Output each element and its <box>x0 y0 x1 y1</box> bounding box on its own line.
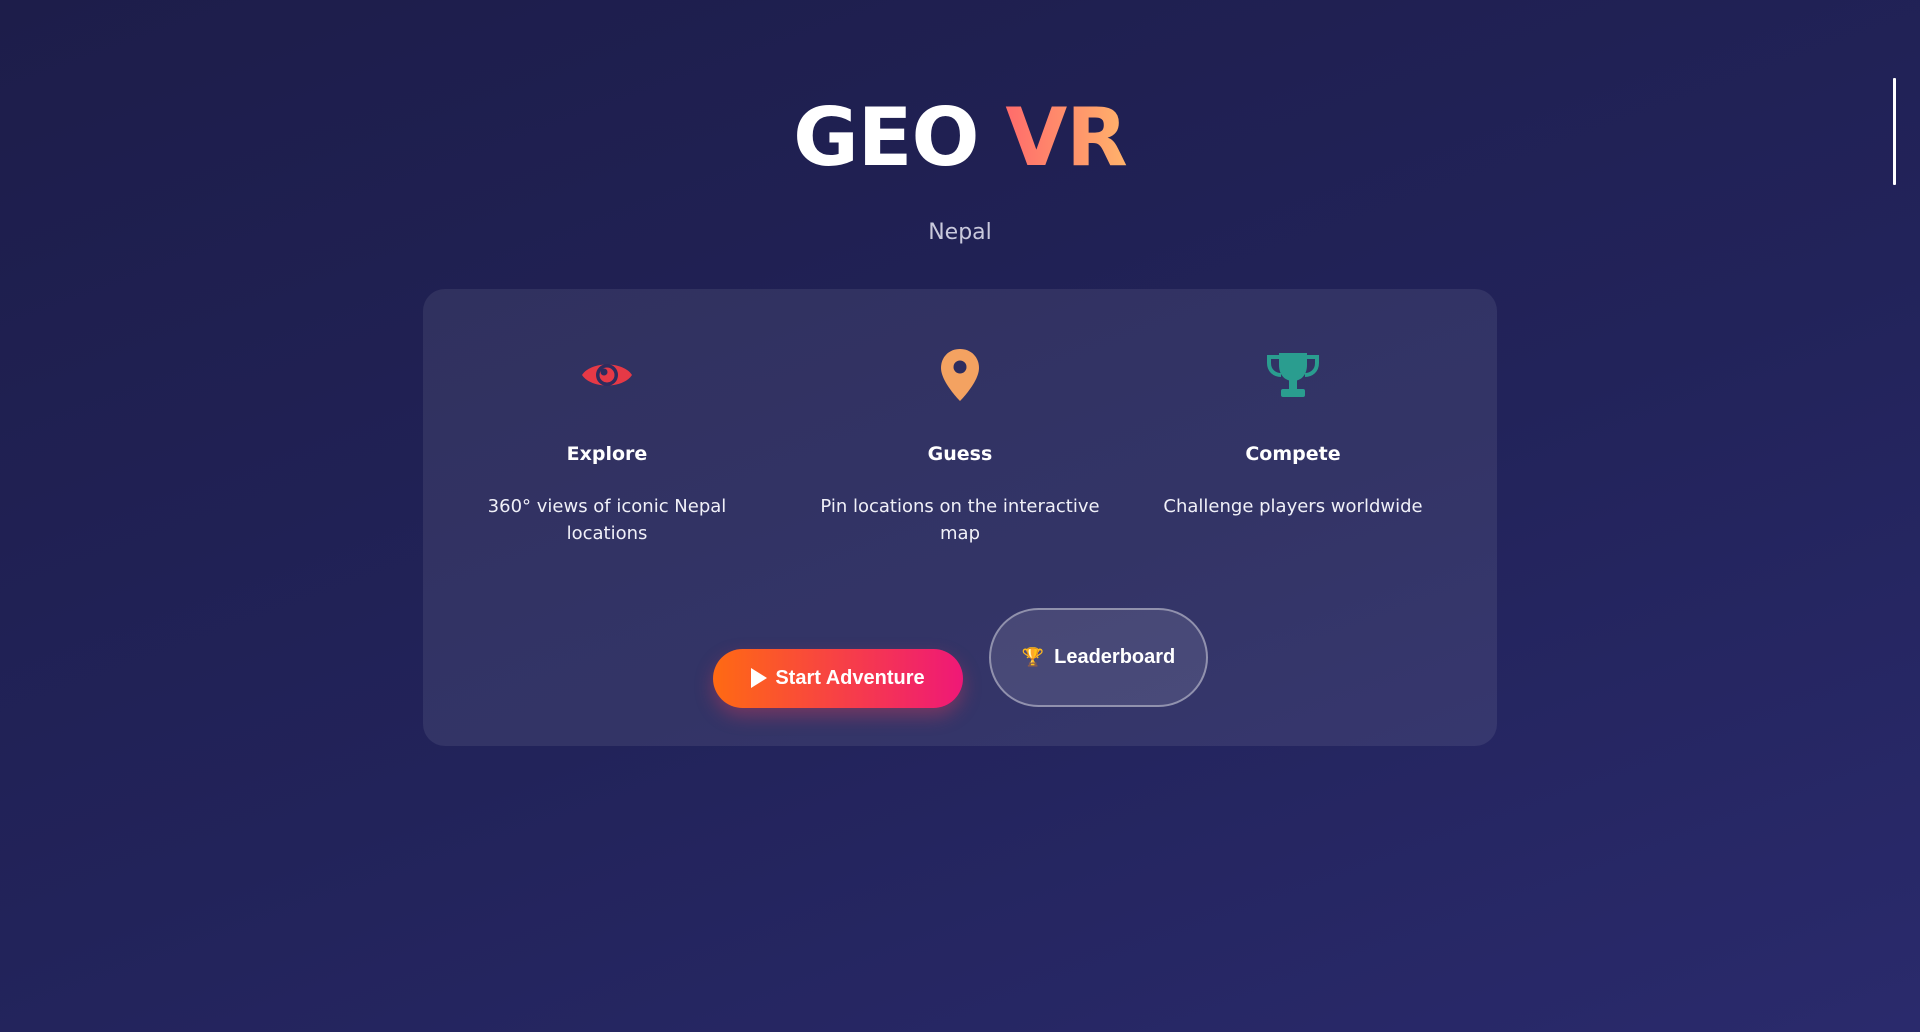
feature-description: Pin locations on the interactive map <box>820 496 1100 544</box>
start-adventure-label: Start Adventure <box>775 667 925 689</box>
trophy-icon <box>1267 353 1319 397</box>
page-title: GEO VR <box>0 92 1920 184</box>
eye-icon <box>582 364 632 386</box>
page-subtitle: Nepal <box>928 220 992 245</box>
features-panel: Explore 360° views of iconic Nepal locat… <box>423 289 1497 746</box>
feature-title: Guess <box>927 443 993 465</box>
leaderboard-label: Leaderboard <box>1054 646 1176 668</box>
title-vr: VR <box>1005 91 1128 184</box>
feature-description: Challenge players worldwide <box>1163 496 1423 517</box>
feature-explore: Explore 360° views of iconic Nepal locat… <box>457 345 757 547</box>
map-pin-icon <box>941 349 979 401</box>
leaderboard-button[interactable]: 🏆 Leaderboard <box>989 608 1208 707</box>
feature-compete: Compete Challenge players worldwide <box>1143 345 1443 520</box>
feature-guess: Guess Pin locations on the interactive m… <box>810 345 1110 547</box>
trophy-icon: 🏆 <box>1021 647 1045 667</box>
title-geo: GEO <box>793 91 979 184</box>
feature-title: Compete <box>1245 443 1341 465</box>
play-icon <box>751 667 768 688</box>
feature-description: 360° views of iconic Nepal locations <box>487 496 727 544</box>
feature-title: Explore <box>566 443 648 465</box>
start-adventure-button[interactable]: Start Adventure <box>713 649 963 708</box>
